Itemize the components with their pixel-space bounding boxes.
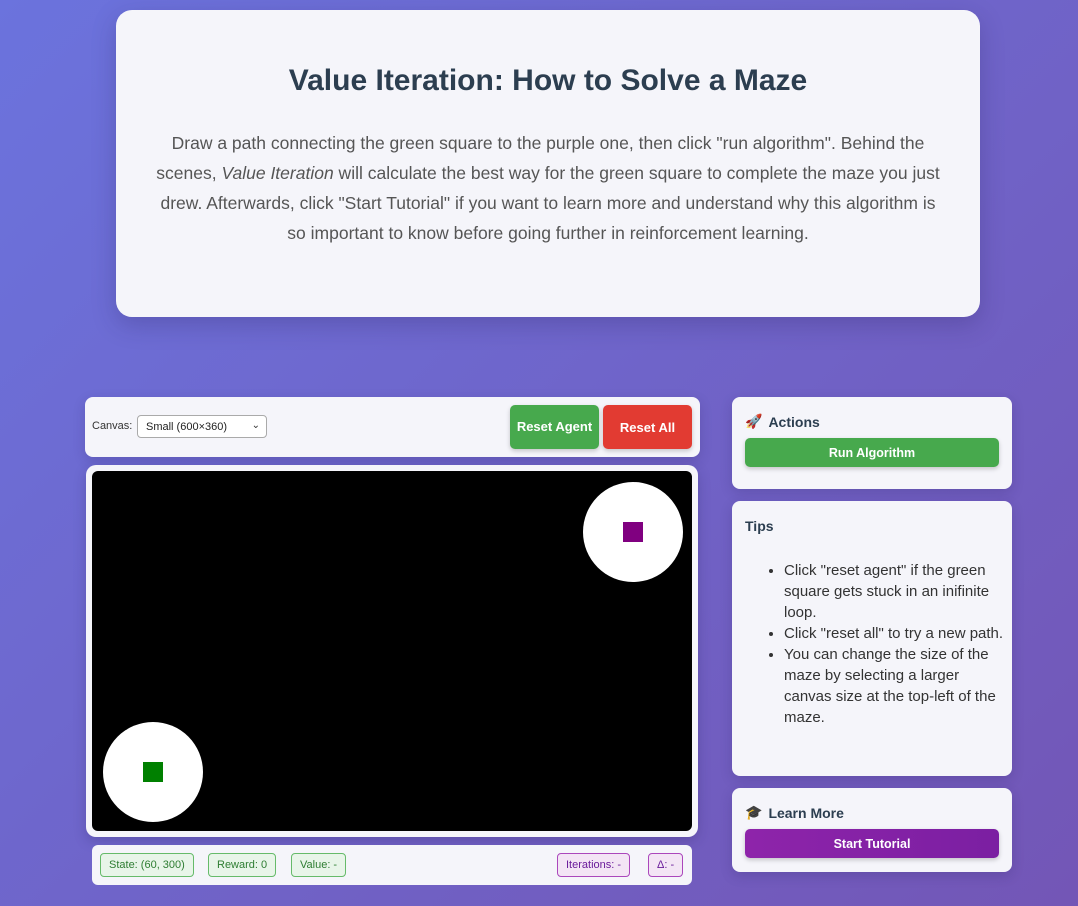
maze-canvas[interactable] [92, 471, 692, 831]
reset-all-button[interactable]: Reset All [603, 405, 692, 449]
value-badge: Value: - [291, 853, 347, 877]
goal-circle [583, 482, 683, 582]
run-algorithm-button[interactable]: Run Algorithm [745, 438, 999, 467]
agent-circle [103, 722, 203, 822]
page-title: Value Iteration: How to Solve a Maze [288, 64, 808, 97]
tips-panel: Tips Click "reset agent" if the green sq… [732, 501, 1012, 776]
chevron-down-icon: ⌄ [251, 420, 260, 431]
maze-toolbar: Canvas: Small (600×360) ⌄ Reset Agent Re… [85, 397, 700, 457]
intro-description: Draw a path connecting the green square … [156, 133, 940, 243]
state-badge: State: (60, 300) [100, 853, 194, 877]
tips-list: Click "reset agent" if the green square … [784, 560, 1004, 728]
start-tutorial-button[interactable]: Start Tutorial [745, 829, 999, 858]
canvas-size-value: Small (600×360) [146, 421, 228, 433]
agent-square [143, 762, 163, 782]
actions-panel: 🚀 Actions Run Algorithm [732, 397, 1012, 489]
learn-more-panel: 🎓 Learn More Start Tutorial [732, 788, 1012, 872]
tip-item: You can change the size of the maze by s… [784, 644, 1004, 728]
goal-square [623, 522, 643, 542]
tip-item: Click "reset agent" if the green square … [784, 560, 1004, 623]
graduation-cap-icon: 🎓 [745, 804, 763, 820]
tips-heading: Tips [745, 518, 774, 534]
learn-more-heading: 🎓 Learn More [745, 804, 844, 821]
reset-agent-button[interactable]: Reset Agent [510, 405, 599, 449]
delta-badge: Δ: - [648, 853, 684, 877]
canvas-size-select[interactable]: Small (600×360) ⌄ [137, 415, 267, 438]
iterations-badge: Iterations: - [557, 853, 631, 877]
tip-item: Click "reset all" to try a new path. [784, 623, 1004, 644]
intro-card: Value Iteration: How to Solve a Maze Dra… [116, 10, 980, 317]
status-bar: State: (60, 300) Reward: 0 Value: - Iter… [92, 845, 692, 885]
maze-canvas-frame [86, 465, 698, 837]
rocket-icon: 🚀 [745, 413, 763, 429]
canvas-size-label: Canvas: [92, 420, 133, 432]
reward-badge: Reward: 0 [208, 853, 277, 877]
actions-heading: 🚀 Actions [745, 413, 820, 430]
